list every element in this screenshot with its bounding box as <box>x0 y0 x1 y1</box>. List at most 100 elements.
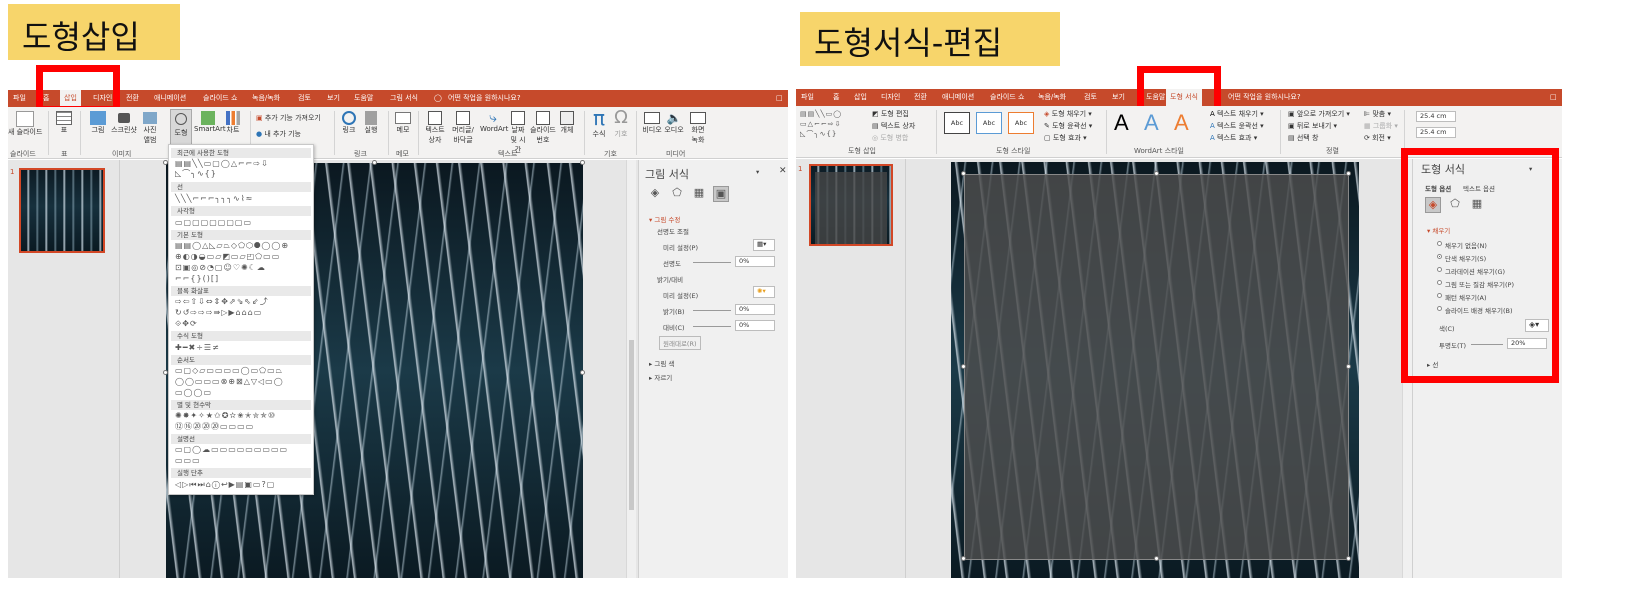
contrast-input[interactable]: 0% <box>735 320 775 331</box>
tab-slideshow[interactable]: 슬라이드 쇼 <box>990 89 1024 106</box>
crop-section[interactable]: ▸ 자르기 <box>649 372 672 382</box>
textbox-button[interactable]: 텍스트 상자 <box>424 111 446 145</box>
sharpness-slider[interactable] <box>693 262 731 263</box>
tell-me-search[interactable]: 어떤 작업을 원하시나요? <box>448 90 521 107</box>
selection-pane-button[interactable]: ▤ 선택 창 <box>1288 133 1318 143</box>
brightness-input[interactable]: 0% <box>735 304 775 315</box>
height-input[interactable]: 25.4 cm <box>1416 111 1456 122</box>
flowchart-row-2[interactable]: ◯◯▭▭▭⊗⊕⊠△▽◁▭◯ <box>175 377 284 387</box>
my-addins-button[interactable]: ● 내 추가 기능 <box>256 129 301 139</box>
align-button[interactable]: ⊫ 맞춤 ▾ <box>1364 109 1391 119</box>
insert-shapes-gallery[interactable]: ▤▤╲╲▭◯ ▭△⌐⌐⇨⇩ ◺⌒╮∿{} <box>800 109 842 139</box>
tab-slideshow[interactable]: 슬라이드 쇼 <box>203 90 237 107</box>
arrows-row-2[interactable]: ↻↺⇨⇨⇨⇛▷▶⌂⌂⌂▭ <box>175 308 262 318</box>
tab-file[interactable]: 파일 <box>801 89 814 106</box>
object-button[interactable]: 개체 <box>558 111 576 135</box>
recent-shapes-row-2[interactable]: ◺⌒╮∿{} <box>175 169 217 179</box>
rectangles-row[interactable]: ▭▢▢▢▢▢▢▢▭ <box>175 218 252 228</box>
tab-transitions[interactable]: 전환 <box>914 89 927 106</box>
new-slide-button[interactable]: 새 슬라이드 <box>8 111 42 137</box>
callouts-row-1[interactable]: ▭▢◯☁▭▭▭▭▭▭▭▭▭ <box>175 445 288 455</box>
group-button[interactable]: ▦ 그룹화 ▾ <box>1364 121 1398 131</box>
rotate-button[interactable]: ⟳ 회전 ▾ <box>1364 133 1391 143</box>
left-vertical-scrollbar[interactable] <box>626 160 636 578</box>
smartart-button[interactable]: SmartArt <box>194 111 226 133</box>
preset-dropdown-2[interactable]: ✺▾ <box>753 286 775 298</box>
tab-transitions[interactable]: 전환 <box>126 90 139 107</box>
picture-correction-section[interactable]: ▾ 그림 수정 <box>649 214 680 224</box>
picture-button[interactable]: 그림 <box>88 111 108 135</box>
tab-review[interactable]: 검토 <box>298 90 311 107</box>
basic-row-1[interactable]: ▤▤◯△◺▱⏢◇⬠⬡⯃◯◯⊕ <box>175 241 289 251</box>
action-button[interactable]: 실행 <box>362 111 380 135</box>
pane-options-icon[interactable]: ▾ <box>756 168 759 176</box>
merge-shapes-button[interactable]: ◎ 도형 병합 <box>872 133 908 143</box>
tab-view[interactable]: 보기 <box>1112 89 1125 106</box>
chart-button[interactable]: 차트 <box>224 111 242 135</box>
header-footer-button[interactable]: 머리글/ 바닥글 <box>448 111 478 145</box>
tab-picture-format[interactable]: 그림 서식 <box>390 90 418 107</box>
tab-design[interactable]: 디자인 <box>881 89 900 106</box>
send-backward-button[interactable]: ▣ 뒤로 보내기 ▾ <box>1288 121 1337 131</box>
picture-color-section[interactable]: ▸ 그림 색 <box>649 358 674 368</box>
video-button[interactable]: 비디오 <box>642 111 662 135</box>
flowchart-row-3[interactable]: ▭◯◯▭ <box>175 388 212 398</box>
get-addins-button[interactable]: ▣ 추가 기능 가져오기 <box>256 113 321 123</box>
screen-record-button[interactable]: 화면 녹화 <box>688 111 708 145</box>
reset-button[interactable]: 원래대로(R) <box>659 336 701 350</box>
action-buttons-row[interactable]: ◁▷⏮⏭⌂ⓘ↩▶▤▣▭?▢ <box>175 480 275 490</box>
shape-style-1[interactable]: Abc <box>944 112 970 134</box>
slide-thumbnail[interactable] <box>809 164 893 246</box>
tell-me-search[interactable]: 어떤 작업을 원하시나요? <box>1228 89 1301 106</box>
edit-shape-button[interactable]: ◩ 도형 편집 <box>872 109 909 119</box>
text-effects-button[interactable]: A 텍스트 효과 ▾ <box>1210 133 1257 143</box>
tab-view[interactable]: 보기 <box>327 90 340 107</box>
tab-record[interactable]: 녹음/녹화 <box>1038 89 1066 106</box>
equation-row[interactable]: ✚━✖÷☰≠ <box>175 343 220 353</box>
shape-fill-button[interactable]: ◈ 도형 채우기 ▾ <box>1044 109 1092 119</box>
comment-icon[interactable]: □ <box>776 90 783 107</box>
fill-line-icon[interactable]: ◈ <box>647 186 663 200</box>
bring-forward-button[interactable]: ▣ 앞으로 가져오기 ▾ <box>1288 109 1350 119</box>
screenshot-button[interactable]: 스크린샷 <box>110 111 138 135</box>
basic-row-2[interactable]: ⊕◐◑◒▭▱◩▭▱◰⬠▭▭ <box>175 252 280 262</box>
audio-button[interactable]: 🔈 오디오 <box>664 111 684 135</box>
text-outline-button[interactable]: A 텍스트 윤곽선 ▾ <box>1210 121 1264 131</box>
tab-animations[interactable]: 애니메이션 <box>154 90 186 107</box>
tab-record[interactable]: 녹음/녹화 <box>252 90 280 107</box>
textbox-button[interactable]: ▤ 텍스트 상자 <box>872 121 915 131</box>
semi-transparent-rectangle[interactable] <box>964 174 1349 560</box>
lines-row[interactable]: ╲╲╲⌐⌐⌐╮╮╮∿⌇≈ <box>175 194 253 204</box>
effects-icon[interactable]: ⬠ <box>669 186 685 200</box>
wordart-style-black[interactable]: A <box>1114 110 1129 136</box>
sharpness-input[interactable]: 0% <box>735 256 775 267</box>
recent-shapes-row[interactable]: ▤▤╲╲▭▢◯△⌐⌐⇨⇩ <box>175 159 269 169</box>
arrows-row-3[interactable]: ⟐✥⟳ <box>175 319 198 329</box>
tab-review[interactable]: 검토 <box>1084 89 1097 106</box>
tab-file[interactable]: 파일 <box>13 90 26 107</box>
tab-help[interactable]: 도움말 <box>354 90 373 107</box>
flowchart-row-1[interactable]: ▭▢◇▱▭▭▭▭◯▭⬠▭⏢ <box>175 366 283 376</box>
text-fill-button[interactable]: A 텍스트 채우기 ▾ <box>1210 109 1264 119</box>
tab-home[interactable]: 홈 <box>833 89 839 106</box>
photo-album-button[interactable]: 사진 앨범 <box>140 111 160 145</box>
picture-icon[interactable]: ▣ <box>713 186 729 202</box>
pane-close-icon[interactable]: ✕ <box>779 166 787 176</box>
link-button[interactable]: 링크 <box>340 111 358 135</box>
arrows-row-1[interactable]: ⇨⇦⇧⇩⇔⇕✥⇗⇘⇖⇙⤴ <box>175 297 269 307</box>
wordart-button[interactable]: ⤷ WordArt <box>480 111 508 133</box>
wordart-style-blue[interactable]: A <box>1144 110 1159 136</box>
contrast-slider[interactable] <box>693 326 731 327</box>
slide-thumbnail[interactable] <box>19 168 105 253</box>
tab-animations[interactable]: 애니메이션 <box>942 89 974 106</box>
shape-style-3[interactable]: Abc <box>1008 112 1034 134</box>
table-button[interactable]: 표 <box>54 111 74 135</box>
basic-row-3[interactable]: ⊡▣◎⊘◔▢☺♡✺☾☁ <box>175 263 266 273</box>
width-input[interactable]: 25.4 cm <box>1416 127 1456 138</box>
callouts-row-2[interactable]: ▭▭▭ <box>175 456 201 466</box>
stars-row-2[interactable]: ⑫⑯⑳⑳⑳▭▭▭▭ <box>175 422 254 432</box>
shape-style-2[interactable]: Abc <box>976 112 1002 134</box>
symbol-button[interactable]: Ω 기호 <box>612 107 630 139</box>
shape-effects-button[interactable]: ▢ 도형 효과 ▾ <box>1044 133 1087 143</box>
shape-outline-button[interactable]: ✎ 도형 윤곽선 ▾ <box>1044 121 1092 131</box>
